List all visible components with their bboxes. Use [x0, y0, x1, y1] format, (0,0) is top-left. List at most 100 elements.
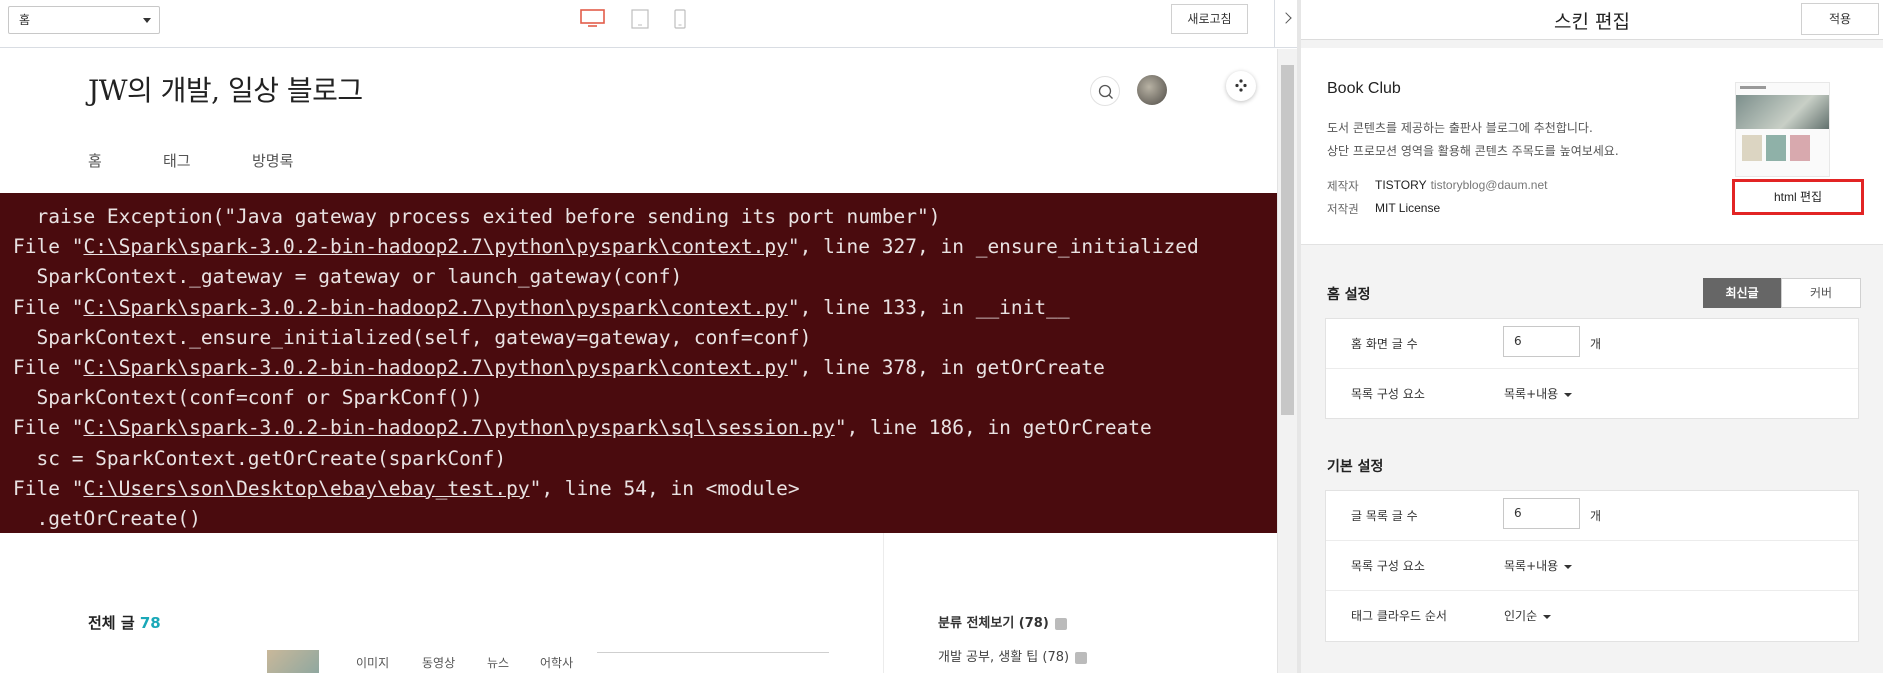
list-elements-dropdown[interactable]: 목록+내용	[1504, 557, 1573, 574]
post-thumbnail[interactable]	[267, 650, 319, 673]
code-text: ", line 186, in getOrCreate	[834, 416, 1152, 440]
basic-settings-box: 글 목록 글 수 6 개 목록 구성 요소 목록+내용 태그 클라우드 순서 인…	[1325, 490, 1859, 642]
skin-thumbnail	[1735, 82, 1830, 177]
code-line: SparkContext(conf=conf or SparkConf())	[13, 386, 482, 409]
code-text: File "	[13, 476, 84, 500]
code-text: ", line 54, in <module>	[529, 476, 800, 500]
nav-guestbook[interactable]: 방명록	[252, 150, 293, 171]
page-select[interactable]: 홈	[8, 6, 160, 34]
category-all[interactable]: 분류 전체보기 (78)	[938, 612, 1067, 631]
list-post-count-input[interactable]: 6	[1503, 498, 1580, 529]
code-text: .getOrCreate()	[13, 507, 201, 530]
settings-row: 홈 화면 글 수 6 개	[1326, 319, 1858, 369]
maker-label: 제작자	[1327, 179, 1359, 193]
code-text: SparkContext._gateway = gateway or launc…	[13, 265, 683, 289]
code-file-link[interactable]: C:\Spark\spark-3.0.2-bin-hadoop2.7\pytho…	[83, 416, 834, 439]
sidebar-divider	[883, 533, 884, 673]
maker-name: TISTORY	[1375, 178, 1427, 192]
skin-info-card: Book Club 도서 콘텐츠를 제공하는 출판사 블로그에 추천합니다. 상…	[1301, 48, 1883, 245]
code-text: ", line 327, in _ensure_initialized	[787, 235, 1199, 259]
home-settings-title: 홈 설정	[1327, 287, 1371, 303]
tab-language[interactable]: 어학사	[540, 654, 573, 671]
tag-cloud-order-dropdown[interactable]: 인기순	[1504, 607, 1552, 624]
code-text: File "	[13, 235, 84, 259]
code-text: ", line 378, in getOrCreate	[787, 356, 1105, 379]
code-line: File "C:\Users\son\Desktop\ebay\ebay_tes…	[13, 477, 800, 500]
license-label: 저작권	[1327, 202, 1359, 216]
unit-label: 개	[1590, 337, 1602, 351]
dropdown-value: 목록+내용	[1504, 387, 1559, 401]
all-posts-label: 전체 글	[88, 614, 135, 632]
preview-scrollbar[interactable]	[1277, 49, 1297, 673]
search-button[interactable]	[1090, 76, 1120, 106]
dots-icon	[1235, 79, 1247, 92]
mobile-icon[interactable]	[674, 9, 686, 29]
code-text: File "	[13, 416, 84, 440]
row-label: 목록 구성 요소	[1351, 559, 1425, 573]
code-text: raise Exception("Java gateway process ex…	[13, 205, 941, 228]
code-line: .getOrCreate()	[13, 507, 201, 530]
nav-home[interactable]: 홈	[88, 150, 102, 171]
settings-row: 목록 구성 요소 목록+내용	[1326, 541, 1858, 591]
panel-title: 스킨 편집	[1554, 11, 1630, 33]
desktop-icon[interactable]	[580, 9, 605, 27]
skin-name: Book Club	[1327, 80, 1401, 97]
code-file-link[interactable]: C:\Spark\spark-3.0.2-bin-hadoop2.7\pytho…	[83, 235, 787, 258]
code-text: ", line 133, in __init__	[787, 295, 1070, 319]
home-settings-box: 홈 화면 글 수 6 개 목록 구성 요소 목록+내용	[1325, 318, 1859, 419]
skin-editor: 홈 새로고침 JW의 개발, 일상 블로그 홈 태그 방명록 raise Exc…	[0, 0, 1883, 673]
row-label: 글 목록 글 수	[1351, 509, 1418, 523]
code-line: File "C:\Spark\spark-3.0.2-bin-hadoop2.7…	[13, 235, 1199, 258]
category-item-label: 개발 공부, 생활 팁 (78)	[938, 650, 1070, 665]
code-file-link[interactable]: C:\Spark\spark-3.0.2-bin-hadoop2.7\pytho…	[83, 296, 787, 319]
new-badge-icon	[1054, 617, 1067, 630]
code-file-link[interactable]: C:\Users\son\Desktop\ebay\ebay_test.py	[83, 477, 529, 500]
basic-settings-title: 기본 설정	[1327, 459, 1384, 475]
segment-cover[interactable]: 커버	[1781, 278, 1861, 308]
chevron-right-icon	[1280, 12, 1292, 24]
settings-row: 태그 클라우드 순서 인기순	[1326, 591, 1858, 641]
html-edit-button[interactable]: html 편집	[1732, 179, 1864, 215]
settings-row: 목록 구성 요소 목록+내용	[1326, 369, 1858, 419]
segment-latest[interactable]: 최신글	[1703, 278, 1781, 308]
unit-label: 개	[1590, 509, 1602, 523]
refresh-button[interactable]: 새로고침	[1171, 4, 1248, 34]
code-line: SparkContext._ensure_initialized(self, g…	[13, 326, 811, 349]
blog-preview: JW의 개발, 일상 블로그 홈 태그 방명록 raise Exception(…	[0, 49, 1277, 673]
apply-button[interactable]: 적용	[1801, 3, 1879, 35]
row-label: 태그 클라우드 순서	[1351, 609, 1447, 623]
page-select-value: 홈	[19, 13, 31, 27]
home-post-count-input[interactable]: 6	[1503, 326, 1580, 357]
dropdown-value: 목록+내용	[1504, 559, 1559, 573]
category-item[interactable]: 개발 공부, 생활 팁 (78)	[938, 646, 1088, 665]
tablet-icon[interactable]	[631, 9, 649, 29]
tab-news[interactable]: 뉴스	[487, 654, 509, 671]
more-menu-button[interactable]	[1226, 71, 1256, 101]
home-list-elements-dropdown[interactable]: 목록+내용	[1504, 385, 1573, 402]
row-label: 목록 구성 요소	[1351, 387, 1425, 401]
code-line: SparkContext._gateway = gateway or launc…	[13, 265, 682, 288]
category-all-label: 분류 전체보기 (78)	[938, 616, 1049, 631]
maker-value: TISTORY tistoryblog@daum.net	[1375, 178, 1547, 192]
row-label: 홈 화면 글 수	[1351, 337, 1418, 351]
all-posts-count: 78	[139, 614, 161, 632]
search-icon	[1098, 84, 1113, 99]
tab-image[interactable]: 이미지	[356, 654, 389, 671]
caret-down-icon	[1564, 392, 1573, 397]
new-badge-icon	[1075, 651, 1088, 664]
scrollbar-thumb[interactable]	[1281, 65, 1294, 415]
blog-title[interactable]: JW의 개발, 일상 블로그	[88, 69, 363, 109]
code-line: sc = SparkContext.getOrCreate(sparkConf)	[13, 447, 506, 470]
preview-toolbar: 홈 새로고침	[0, 0, 1297, 48]
caret-down-icon	[1564, 564, 1573, 569]
code-text: File "	[13, 295, 84, 319]
skin-description-1: 도서 콘텐츠를 제공하는 출판사 블로그에 추천합니다.	[1327, 121, 1593, 135]
skin-edit-panel: 스킨 편집 적용 Book Club 도서 콘텐츠를 제공하는 출판사 블로그에…	[1297, 0, 1883, 673]
code-block: raise Exception("Java gateway process ex…	[0, 193, 1277, 533]
code-line: raise Exception("Java gateway process ex…	[13, 205, 940, 228]
avatar[interactable]	[1137, 75, 1167, 105]
code-file-link[interactable]: C:\Spark\spark-3.0.2-bin-hadoop2.7\pytho…	[83, 356, 787, 379]
tab-video[interactable]: 동영상	[422, 654, 455, 671]
nav-tag[interactable]: 태그	[163, 150, 191, 171]
collapse-panel-button[interactable]	[1274, 0, 1297, 48]
